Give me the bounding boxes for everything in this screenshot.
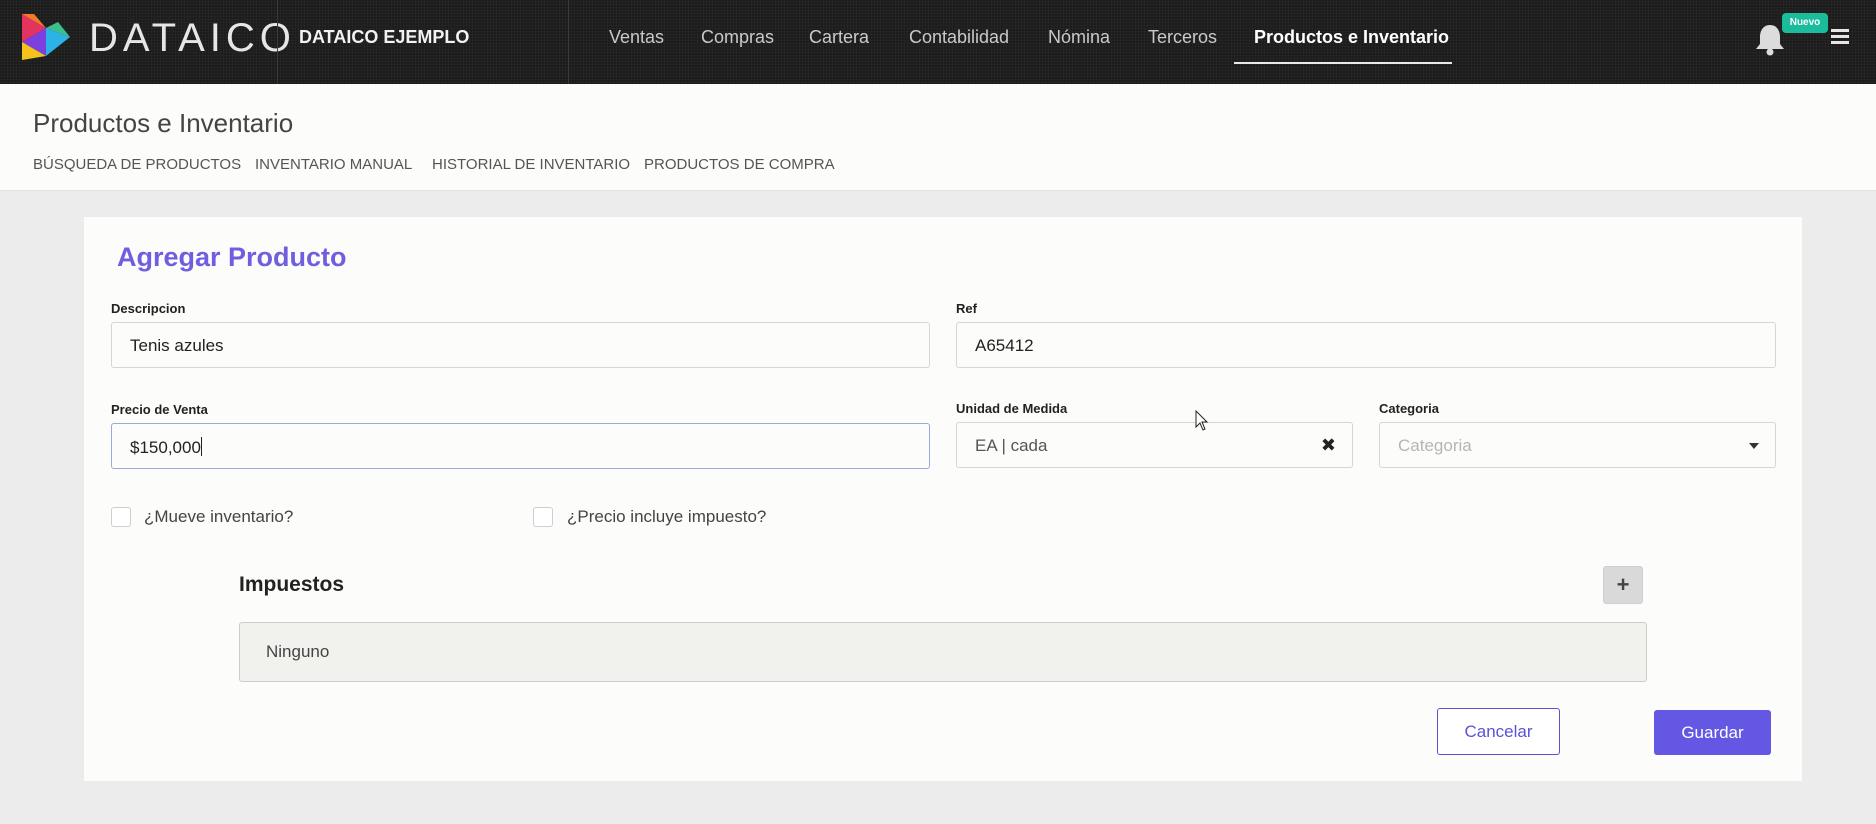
nav-compras[interactable]: Compras	[701, 27, 774, 48]
unidad-value: EA | cada	[975, 436, 1048, 455]
impuestos-title: Impuestos	[239, 573, 345, 596]
plus-icon: +	[1616, 572, 1630, 597]
page-subheader: Productos e Inventario BÚSQUEDA DE PRODU…	[0, 84, 1876, 191]
nav-contabilidad[interactable]: Contabilidad	[909, 27, 1009, 48]
impuestos-value: Ninguno	[266, 642, 330, 661]
ref-label: Ref	[956, 301, 977, 316]
add-product-card: Agregar Producto Descripcion Tenis azule…	[84, 217, 1802, 781]
nav-ventas[interactable]: Ventas	[609, 27, 664, 48]
precio-value: $150,000	[130, 438, 201, 457]
cancel-button[interactable]: Cancelar	[1437, 708, 1560, 755]
clear-icon[interactable]: ✖	[1321, 435, 1336, 455]
mueve-inventario-checkbox[interactable]	[111, 507, 131, 527]
categoria-placeholder: Categoria	[1398, 436, 1472, 455]
precio-incluye-impuesto-label[interactable]: ¿Precio incluye impuesto?	[567, 507, 766, 527]
nav-terceros[interactable]: Terceros	[1148, 27, 1217, 48]
nav-cartera[interactable]: Cartera	[809, 27, 869, 48]
descripcion-label: Descripcion	[111, 301, 186, 316]
precio-incluye-impuesto-checkbox[interactable]	[533, 507, 553, 527]
form-title: Agregar Producto	[117, 242, 347, 272]
add-tax-button[interactable]: +	[1603, 566, 1643, 604]
divider	[277, 0, 278, 84]
categoria-select[interactable]: Categoria	[1379, 422, 1776, 468]
precio-label: Precio de Venta	[111, 402, 208, 417]
descripcion-input[interactable]: Tenis azules	[111, 322, 930, 368]
impuestos-list: Ninguno	[239, 622, 1647, 682]
dataico-logo-icon[interactable]	[20, 12, 72, 62]
mueve-inventario-label[interactable]: ¿Mueve inventario?	[144, 507, 293, 527]
descripcion-value: Tenis azules	[130, 336, 224, 355]
new-badge: Nuevo	[1782, 13, 1828, 33]
top-navbar: DATAICO DATAICO EJEMPLO Ventas Compras C…	[0, 0, 1876, 84]
active-nav-indicator	[1234, 62, 1452, 64]
chevron-down-icon	[1749, 443, 1759, 449]
nav-productos-inventario[interactable]: Productos e Inventario	[1254, 27, 1449, 48]
divider	[568, 0, 569, 84]
company-name[interactable]: DATAICO EJEMPLO	[299, 27, 469, 48]
precio-venta-input[interactable]: $150,000	[111, 423, 930, 469]
menu-icon[interactable]	[1831, 29, 1849, 45]
save-button[interactable]: Guardar	[1654, 710, 1771, 755]
text-caret	[200, 437, 202, 456]
tab-busqueda-productos[interactable]: BÚSQUEDA DE PRODUCTOS	[33, 156, 241, 173]
categoria-label: Categoria	[1379, 401, 1439, 416]
page-title: Productos e Inventario	[33, 108, 294, 138]
tab-inventario-manual[interactable]: INVENTARIO MANUAL	[255, 156, 412, 173]
ref-value: A65412	[975, 336, 1034, 355]
tab-productos-compra[interactable]: PRODUCTOS DE COMPRA	[644, 156, 835, 173]
brand-name: DATAICO	[89, 16, 296, 60]
ref-input[interactable]: A65412	[956, 322, 1776, 368]
unidad-medida-select[interactable]: EA | cada ✖	[956, 422, 1353, 468]
unidad-label: Unidad de Medida	[956, 401, 1068, 416]
nav-nomina[interactable]: Nómina	[1048, 27, 1110, 48]
mouse-cursor-icon	[1195, 410, 1209, 431]
tab-historial-inventario[interactable]: HISTORIAL DE INVENTARIO	[432, 156, 630, 173]
